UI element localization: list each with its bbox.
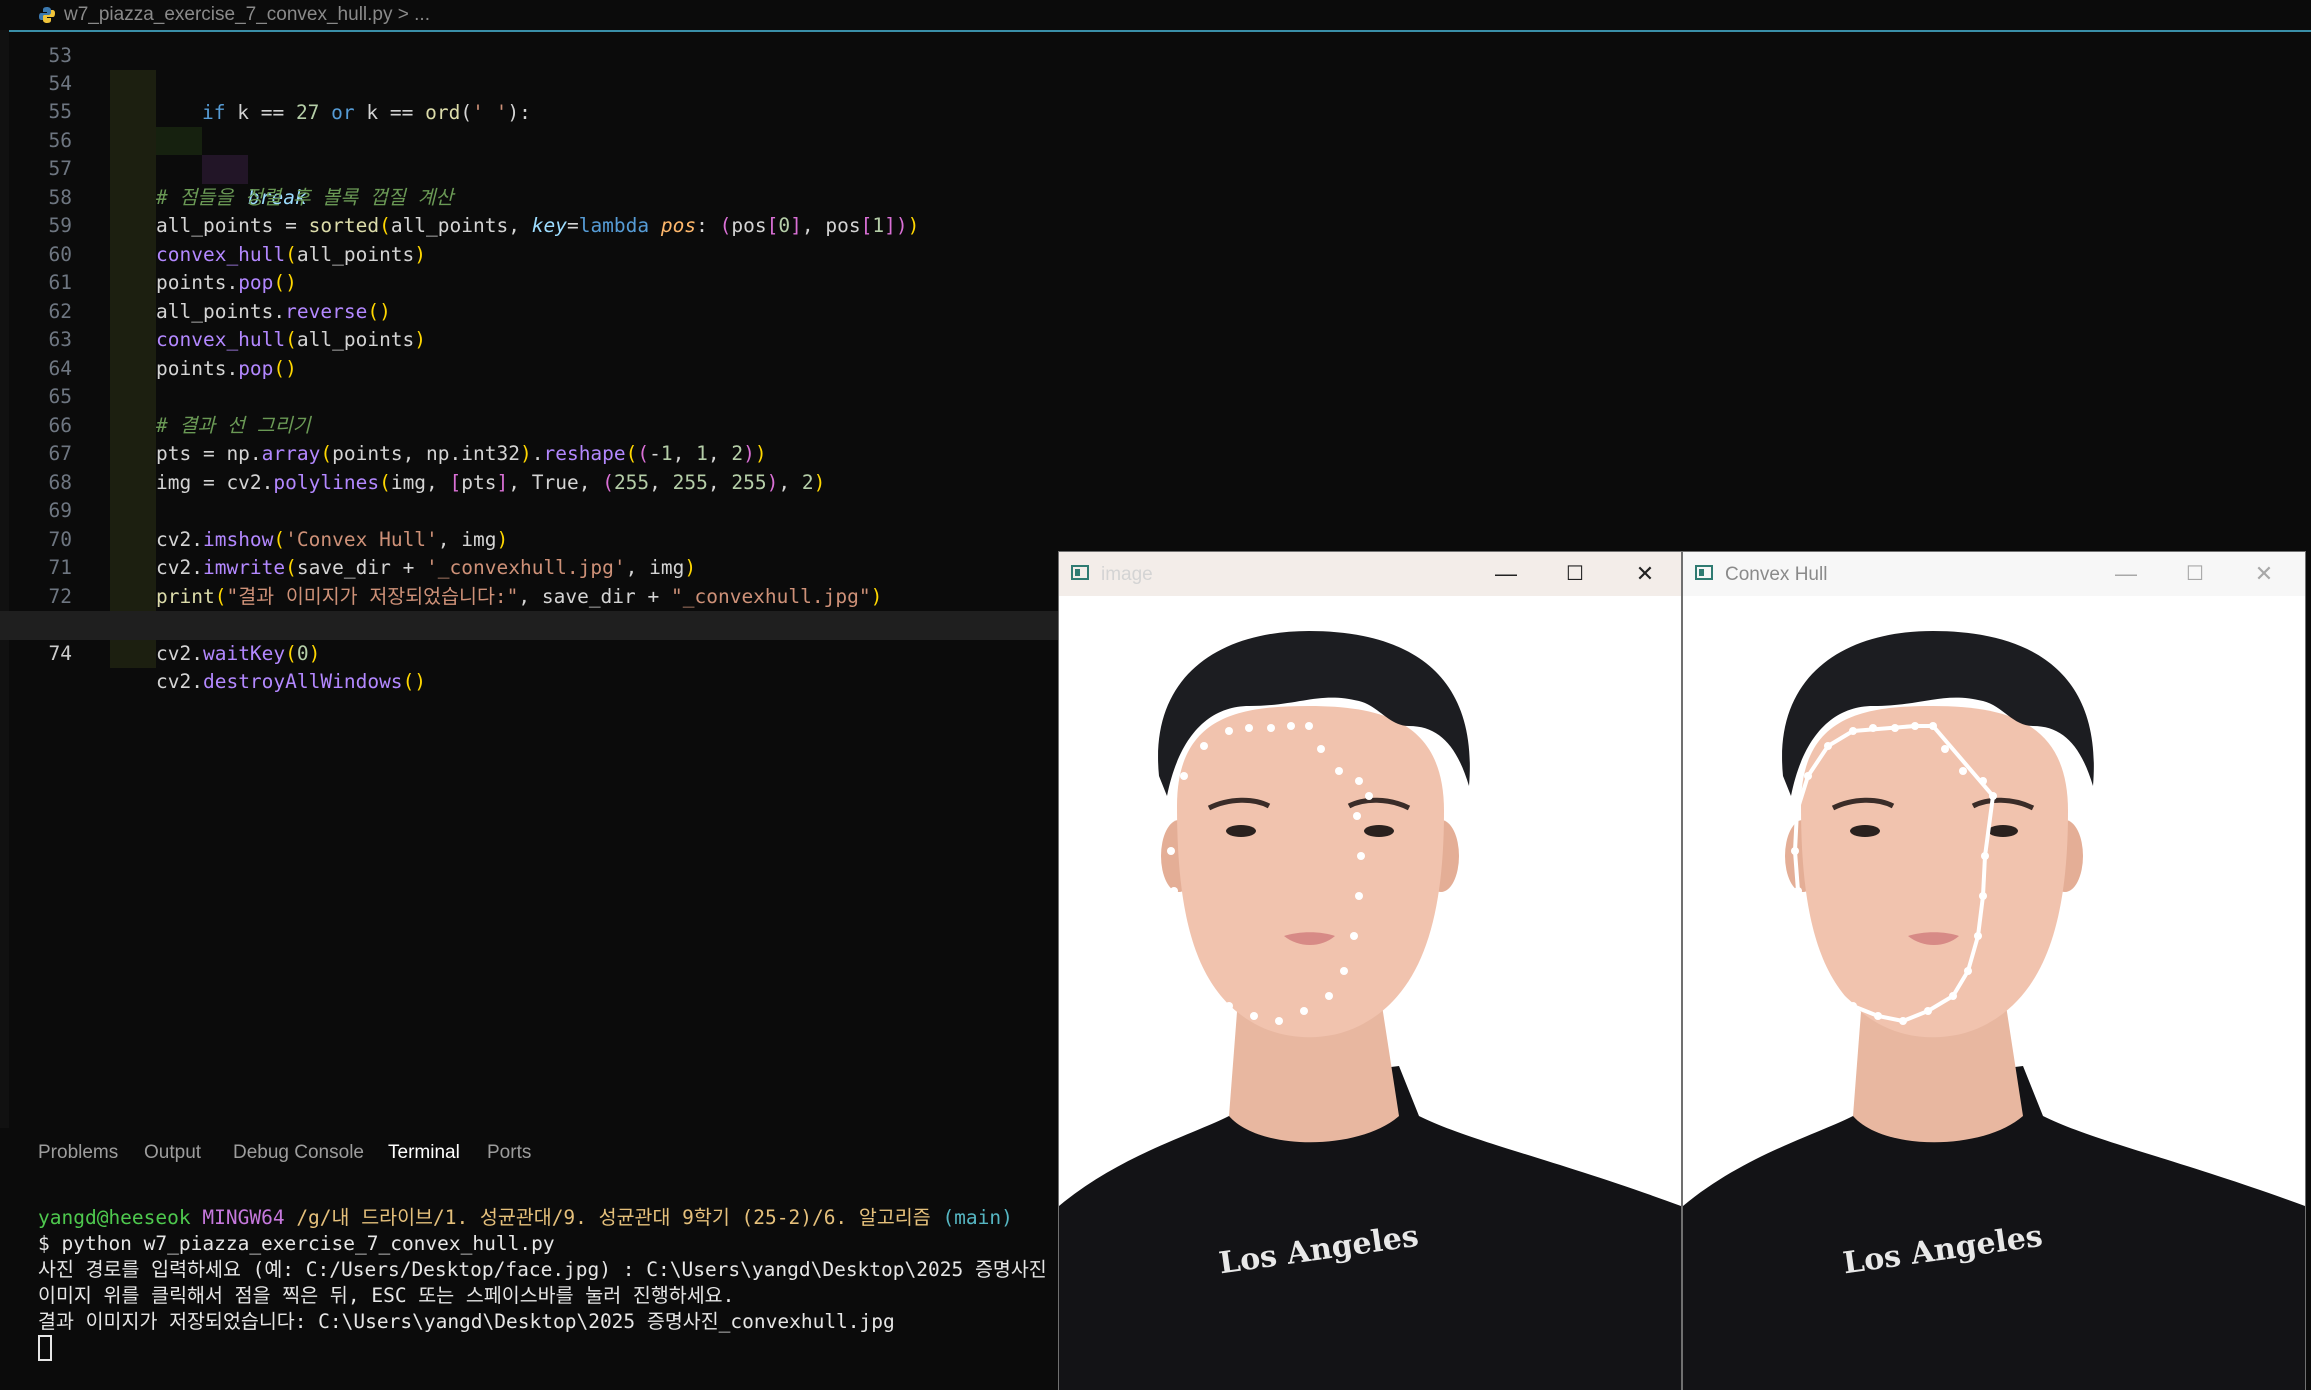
code-line-62: 62 points.pop() — [48, 299, 297, 380]
app-window-icon — [1695, 565, 1713, 580]
code-editor[interactable]: 53 if k == 27 or k == ord(' '): 54 break… — [0, 30, 1058, 1128]
convex-hull-window[interactable]: Convex Hull — ☐ ✕ Los Angeles — [1683, 552, 2305, 1390]
face-photo-with-hull[interactable]: Los Angeles — [1683, 596, 2305, 1390]
terminal-output-line: 이미지 위를 클릭해서 점을 찍은 뒤, ESC 또는 스페이스바를 눌러 진행… — [38, 1284, 735, 1307]
terminal-command: $ python w7_piazza_exercise_7_convex_hul… — [38, 1232, 555, 1255]
window-title: image — [1101, 564, 1153, 585]
code-line-69: 69 cv2.imwrite(save_dir + '_convexhull.j… — [48, 499, 697, 579]
tab-ports[interactable]: Ports — [487, 1142, 531, 1164]
code-line-54: 54 break — [48, 71, 307, 209]
code-line-59: 59 points.pop() — [48, 214, 297, 294]
code-line-60: 60 all_points.reverse() — [48, 242, 391, 323]
tab-terminal[interactable]: Terminal — [388, 1142, 460, 1164]
terminal-cursor — [38, 1335, 52, 1361]
code-line-73: 73 cv2.destroyAllWindows() — [0, 583, 1058, 693]
face-photo-with-points[interactable]: Los Angeles — [1059, 596, 1681, 1390]
code-line-61: 61 convex_hull(all_points) — [48, 271, 427, 351]
code-line-66: 66 img = cv2.polylines(img, [pts], True,… — [48, 413, 826, 494]
minimize-icon[interactable]: — — [1476, 558, 1536, 590]
code-line-63: 63 — [0, 298, 1058, 383]
code-line-71: 71 — [0, 526, 1058, 611]
terminal-prompt: yangd@heeseok MINGW64 /g/내 드라이브/1. 성균관대/… — [38, 1206, 1013, 1229]
code-line-55: 55 — [0, 70, 1058, 155]
window-titlebar[interactable]: image — ☐ ✕ — [1059, 552, 1681, 596]
tab-output[interactable]: Output — [144, 1142, 201, 1164]
minimize-icon[interactable]: — — [2096, 558, 2156, 590]
maximize-icon[interactable]: ☐ — [2165, 558, 2225, 590]
maximize-icon[interactable]: ☐ — [1545, 558, 1605, 590]
close-icon[interactable]: ✕ — [2234, 558, 2294, 590]
window-titlebar[interactable]: Convex Hull — ☐ ✕ — [1683, 552, 2305, 596]
terminal[interactable]: yangd@heeseok MINGW64 /g/내 드라이브/1. 성균관대/… — [0, 1180, 1058, 1390]
close-icon[interactable]: ✕ — [1615, 558, 1675, 590]
code-line-67: 67 — [0, 412, 1058, 497]
window-title: Convex Hull — [1725, 564, 1828, 585]
terminal-output-line: 결과 이미지가 저장되었습니다: C:\Users\yangd\Desktop\… — [38, 1310, 895, 1333]
code-line-57: 57 all_points = sorted(all_points, key=l… — [48, 157, 920, 237]
code-line-64: 64 # 결과 선 그리기 — [48, 356, 311, 437]
terminal-output-line: 사진 경로를 입력하세요 (예: C:/Users/Desktop/face.j… — [38, 1258, 1047, 1281]
code-line-58: 58 convex_hull(all_points) — [48, 185, 427, 266]
tab-problems[interactable]: Problems — [38, 1142, 118, 1164]
code-line-65: 65 pts = np.array(points, np.int32).resh… — [48, 385, 767, 465]
tab-debug-console[interactable]: Debug Console — [233, 1142, 364, 1164]
app-window-icon — [1071, 565, 1089, 580]
code-line-56: 56 # 점들을 정렬 후 볼록 껍질 계산 — [48, 128, 454, 209]
code-line-53: 53 if k == 27 or k == ord(' '): — [48, 43, 531, 124]
panel-tab-bar: Problems Output Debug Console Terminal P… — [0, 1128, 1058, 1180]
code-line-74-current[interactable]: 74 — [0, 611, 1058, 665]
code-line-70: 70 print("결과 이미지가 저장되었습니다:", save_dir + … — [48, 527, 883, 608]
code-line-72: 72 cv2.waitKey(0) — [48, 584, 321, 665]
code-line-68: 68 cv2.imshow('Convex Hull', img) — [48, 470, 509, 551]
image-window[interactable]: image — ☐ ✕ Los Angeles — [1059, 552, 1681, 1390]
